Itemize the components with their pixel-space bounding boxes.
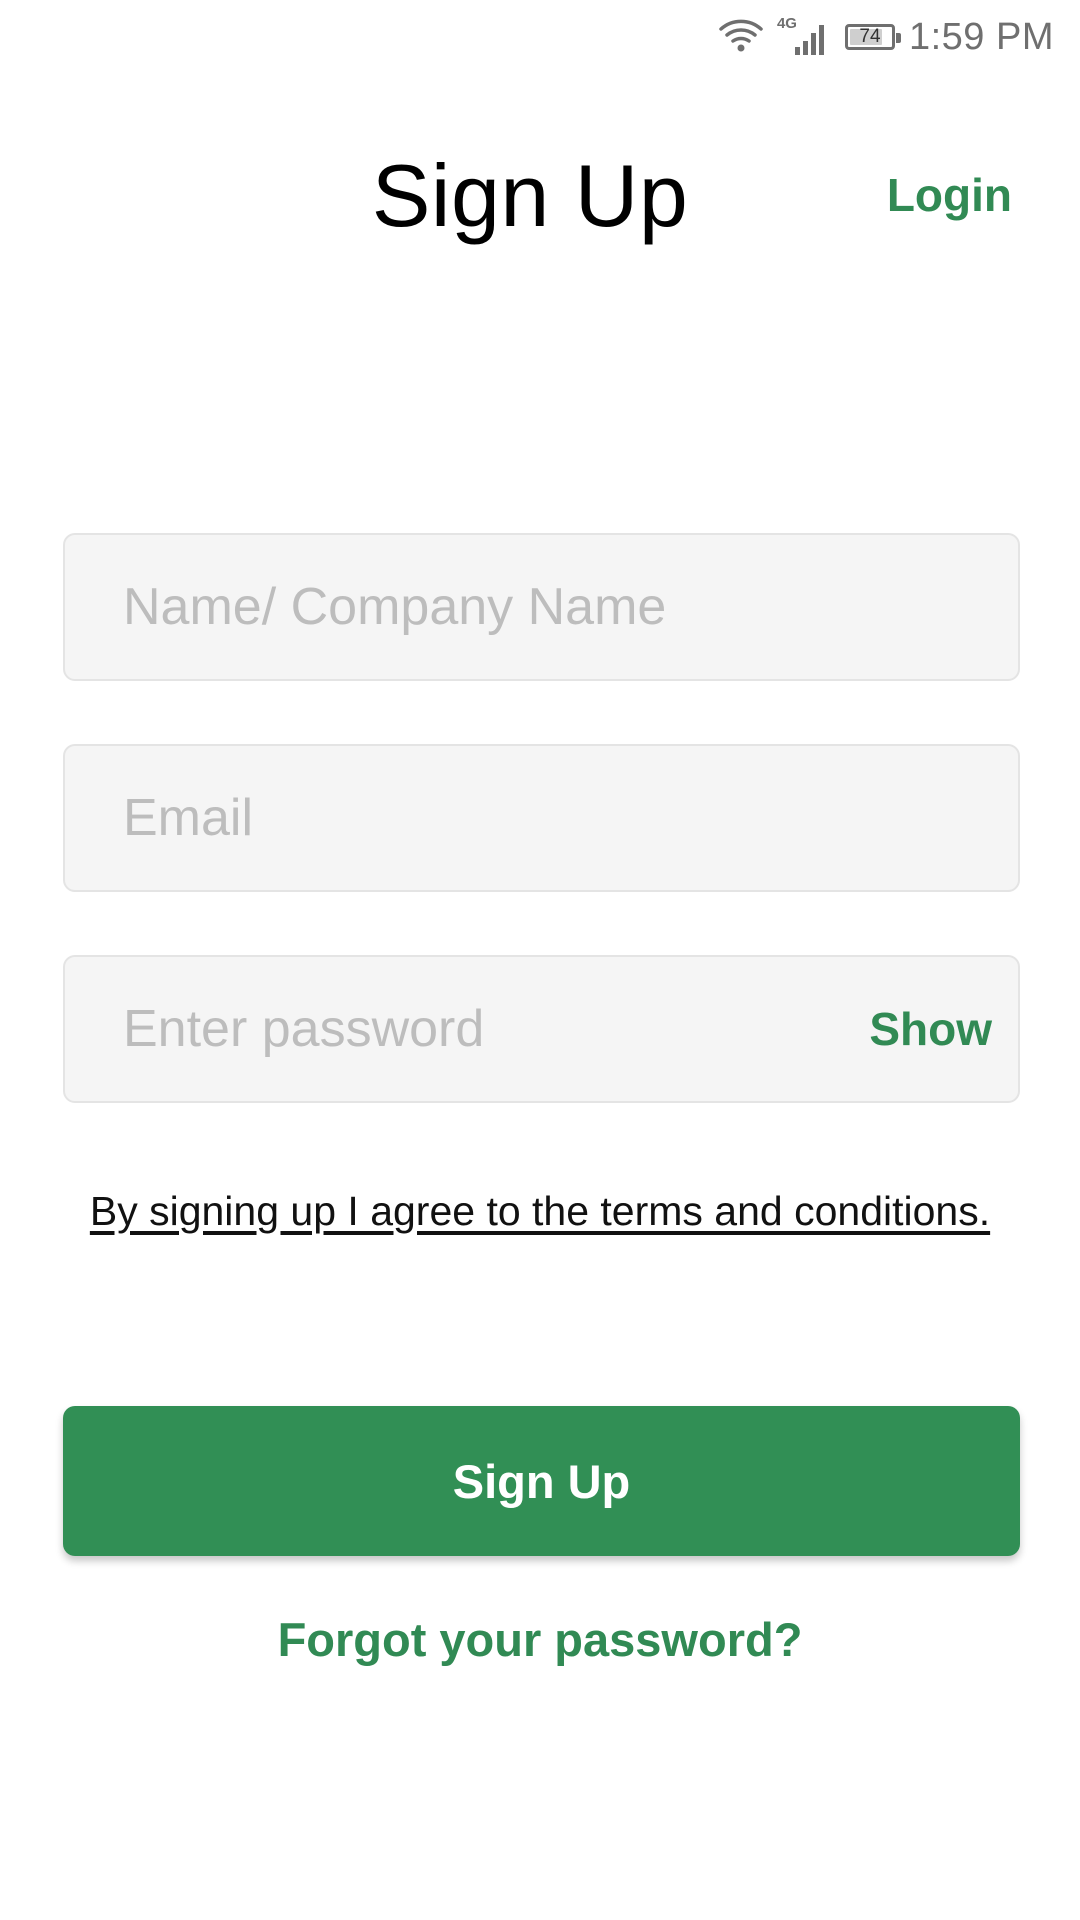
battery-icon: 74 <box>844 24 901 50</box>
name-field-container <box>63 533 1020 681</box>
forgot-password-link[interactable]: Forgot your password? <box>0 1612 1080 1667</box>
status-icons: 4G 74 1:59 PM <box>719 12 1054 62</box>
sign-up-button[interactable]: Sign Up <box>63 1406 1020 1556</box>
battery-level: 74 <box>859 26 881 47</box>
show-password-toggle[interactable]: Show <box>869 1002 992 1056</box>
cellular-signal-icon: 4G <box>777 15 831 57</box>
password-field-container: Show <box>63 955 1020 1103</box>
status-time: 1:59 PM <box>908 15 1054 58</box>
email-field-container <box>63 744 1020 892</box>
wifi-icon <box>719 15 763 60</box>
name-input[interactable] <box>65 535 1018 679</box>
login-link[interactable]: Login <box>887 168 1012 222</box>
status-bar: 4G 74 1:59 PM <box>0 0 1080 72</box>
email-input[interactable] <box>65 746 1018 890</box>
terms-link[interactable]: By signing up I agree to the terms and c… <box>0 1188 1080 1235</box>
